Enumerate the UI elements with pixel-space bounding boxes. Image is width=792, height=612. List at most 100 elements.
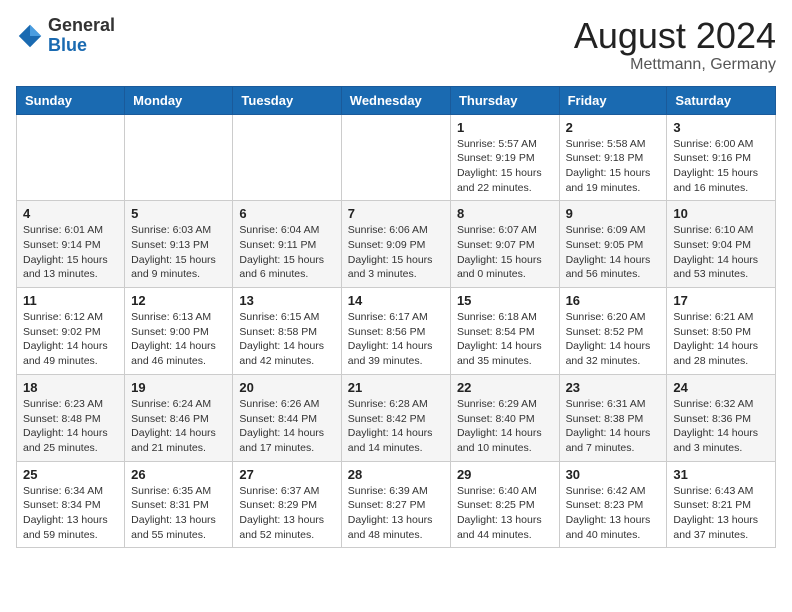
day-info: Sunrise: 6:09 AM Sunset: 9:05 PM Dayligh… xyxy=(566,223,661,282)
day-info: Sunrise: 6:31 AM Sunset: 8:38 PM Dayligh… xyxy=(566,397,661,456)
day-number: 16 xyxy=(566,293,661,308)
calendar-cell xyxy=(125,114,233,201)
day-number: 24 xyxy=(673,380,769,395)
page-title: August 2024 xyxy=(574,16,776,56)
day-info: Sunrise: 6:21 AM Sunset: 8:50 PM Dayligh… xyxy=(673,310,769,369)
day-info: Sunrise: 6:12 AM Sunset: 9:02 PM Dayligh… xyxy=(23,310,118,369)
day-info: Sunrise: 6:43 AM Sunset: 8:21 PM Dayligh… xyxy=(673,484,769,543)
calendar-cell: 13Sunrise: 6:15 AM Sunset: 8:58 PM Dayli… xyxy=(233,288,341,375)
calendar-cell: 22 Sunrise: 6:29 AM Sunset: 8:40 PM Dayli… xyxy=(450,374,559,461)
calendar-cell: 6 Sunrise: 6:04 AM Sunset: 9:11 PM Daylig… xyxy=(233,201,341,288)
calendar-cell: 27Sunrise: 6:37 AM Sunset: 8:29 PM Dayli… xyxy=(233,461,341,548)
day-info: Sunrise: 6:03 AM Sunset: 9:13 PM Dayligh… xyxy=(131,223,226,282)
day-info: Sunrise: 5:58 AM Sunset: 9:18 PM Dayligh… xyxy=(566,137,661,196)
day-info: Sunrise: 5:57 AM Sunset: 9:19 PM Dayligh… xyxy=(457,137,553,196)
calendar-cell: 19Sunrise: 6:24 AM Sunset: 8:46 PM Dayli… xyxy=(125,374,233,461)
calendar-week-row: 1 Sunrise: 5:57 AM Sunset: 9:19 PM Daylig… xyxy=(17,114,776,201)
logo-general-text: General xyxy=(48,15,115,35)
calendar-week-row: 4 Sunrise: 6:01 AM Sunset: 9:14 PM Daylig… xyxy=(17,201,776,288)
day-info: Sunrise: 6:07 AM Sunset: 9:07 PM Dayligh… xyxy=(457,223,553,282)
day-number: 30 xyxy=(566,467,661,482)
calendar-cell: 9 Sunrise: 6:09 AM Sunset: 9:05 PM Daylig… xyxy=(559,201,667,288)
day-info: Sunrise: 6:34 AM Sunset: 8:34 PM Dayligh… xyxy=(23,484,118,543)
calendar-body: 1 Sunrise: 5:57 AM Sunset: 9:19 PM Daylig… xyxy=(17,114,776,548)
page-subtitle: Mettmann, Germany xyxy=(574,56,776,74)
day-number: 9 xyxy=(566,206,661,221)
day-number: 17 xyxy=(673,293,769,308)
day-number: 23 xyxy=(566,380,661,395)
day-number: 1 xyxy=(457,120,553,135)
day-number: 19 xyxy=(131,380,226,395)
day-number: 2 xyxy=(566,120,661,135)
day-number: 29 xyxy=(457,467,553,482)
calendar-cell: 16Sunrise: 6:20 AM Sunset: 8:52 PM Dayli… xyxy=(559,288,667,375)
calendar-cell: 25 Sunrise: 6:34 AM Sunset: 8:34 PM Dayli… xyxy=(17,461,125,548)
calendar-cell: 5 Sunrise: 6:03 AM Sunset: 9:13 PM Daylig… xyxy=(125,201,233,288)
day-of-week-header: Thursday xyxy=(450,86,559,114)
day-number: 20 xyxy=(239,380,334,395)
day-number: 22 xyxy=(457,380,553,395)
calendar-week-row: 18Sunrise: 6:23 AM Sunset: 8:48 PM Dayli… xyxy=(17,374,776,461)
calendar-cell: 4 Sunrise: 6:01 AM Sunset: 9:14 PM Daylig… xyxy=(17,201,125,288)
day-number: 10 xyxy=(673,206,769,221)
calendar-cell: 17 Sunrise: 6:21 AM Sunset: 8:50 PM Dayli… xyxy=(667,288,776,375)
calendar-cell: 24 Sunrise: 6:32 AM Sunset: 8:36 PM Dayli… xyxy=(667,374,776,461)
day-number: 6 xyxy=(239,206,334,221)
day-number: 26 xyxy=(131,467,226,482)
page-header: General Blue August 2024 Mettmann, Germa… xyxy=(16,16,776,74)
calendar-cell: 20 Sunrise: 6:26 AM Sunset: 8:44 PM Dayli… xyxy=(233,374,341,461)
calendar-cell: 11Sunrise: 6:12 AM Sunset: 9:02 PM Dayli… xyxy=(17,288,125,375)
day-number: 25 xyxy=(23,467,118,482)
day-number: 3 xyxy=(673,120,769,135)
calendar-cell: 1 Sunrise: 5:57 AM Sunset: 9:19 PM Daylig… xyxy=(450,114,559,201)
day-of-week-header: Sunday xyxy=(17,86,125,114)
day-number: 31 xyxy=(673,467,769,482)
day-number: 27 xyxy=(239,467,334,482)
day-info: Sunrise: 6:10 AM Sunset: 9:04 PM Dayligh… xyxy=(673,223,769,282)
day-info: Sunrise: 6:29 AM Sunset: 8:40 PM Dayligh… xyxy=(457,397,553,456)
day-of-week-header: Tuesday xyxy=(233,86,341,114)
calendar-cell: 28 Sunrise: 6:39 AM Sunset: 8:27 PM Dayli… xyxy=(341,461,450,548)
day-info: Sunrise: 6:00 AM Sunset: 9:16 PM Dayligh… xyxy=(673,137,769,196)
calendar-cell: 18Sunrise: 6:23 AM Sunset: 8:48 PM Dayli… xyxy=(17,374,125,461)
day-number: 12 xyxy=(131,293,226,308)
calendar-cell xyxy=(17,114,125,201)
day-info: Sunrise: 6:39 AM Sunset: 8:27 PM Dayligh… xyxy=(348,484,444,543)
calendar-cell: 12 Sunrise: 6:13 AM Sunset: 9:00 PM Dayli… xyxy=(125,288,233,375)
calendar-cell: 7Sunrise: 6:06 AM Sunset: 9:09 PM Daylig… xyxy=(341,201,450,288)
calendar-week-row: 25 Sunrise: 6:34 AM Sunset: 8:34 PM Dayli… xyxy=(17,461,776,548)
day-number: 4 xyxy=(23,206,118,221)
day-of-week-header: Saturday xyxy=(667,86,776,114)
day-info: Sunrise: 6:17 AM Sunset: 8:56 PM Dayligh… xyxy=(348,310,444,369)
day-info: Sunrise: 6:04 AM Sunset: 9:11 PM Dayligh… xyxy=(239,223,334,282)
day-number: 7 xyxy=(348,206,444,221)
day-info: Sunrise: 6:28 AM Sunset: 8:42 PM Dayligh… xyxy=(348,397,444,456)
day-info: Sunrise: 6:32 AM Sunset: 8:36 PM Dayligh… xyxy=(673,397,769,456)
days-of-week-row: SundayMondayTuesdayWednesdayThursdayFrid… xyxy=(17,86,776,114)
logo-blue-text: Blue xyxy=(48,35,87,55)
day-info: Sunrise: 6:42 AM Sunset: 8:23 PM Dayligh… xyxy=(566,484,661,543)
day-number: 5 xyxy=(131,206,226,221)
day-info: Sunrise: 6:13 AM Sunset: 9:00 PM Dayligh… xyxy=(131,310,226,369)
calendar-cell: 3 Sunrise: 6:00 AM Sunset: 9:16 PM Daylig… xyxy=(667,114,776,201)
calendar-header: SundayMondayTuesdayWednesdayThursdayFrid… xyxy=(17,86,776,114)
day-number: 14 xyxy=(348,293,444,308)
calendar-cell: 8 Sunrise: 6:07 AM Sunset: 9:07 PM Daylig… xyxy=(450,201,559,288)
day-info: Sunrise: 6:01 AM Sunset: 9:14 PM Dayligh… xyxy=(23,223,118,282)
day-number: 15 xyxy=(457,293,553,308)
calendar-cell: 23 Sunrise: 6:31 AM Sunset: 8:38 PM Dayli… xyxy=(559,374,667,461)
calendar-cell: 26Sunrise: 6:35 AM Sunset: 8:31 PM Dayli… xyxy=(125,461,233,548)
calendar-cell xyxy=(341,114,450,201)
day-number: 28 xyxy=(348,467,444,482)
day-info: Sunrise: 6:23 AM Sunset: 8:48 PM Dayligh… xyxy=(23,397,118,456)
day-info: Sunrise: 6:26 AM Sunset: 8:44 PM Dayligh… xyxy=(239,397,334,456)
calendar-table: SundayMondayTuesdayWednesdayThursdayFrid… xyxy=(16,86,776,549)
calendar-week-row: 11Sunrise: 6:12 AM Sunset: 9:02 PM Dayli… xyxy=(17,288,776,375)
day-number: 8 xyxy=(457,206,553,221)
title-block: August 2024 Mettmann, Germany xyxy=(574,16,776,74)
calendar-cell xyxy=(233,114,341,201)
day-info: Sunrise: 6:15 AM Sunset: 8:58 PM Dayligh… xyxy=(239,310,334,369)
day-of-week-header: Friday xyxy=(559,86,667,114)
calendar-cell: 31 Sunrise: 6:43 AM Sunset: 8:21 PM Dayli… xyxy=(667,461,776,548)
logo-icon xyxy=(16,22,44,50)
